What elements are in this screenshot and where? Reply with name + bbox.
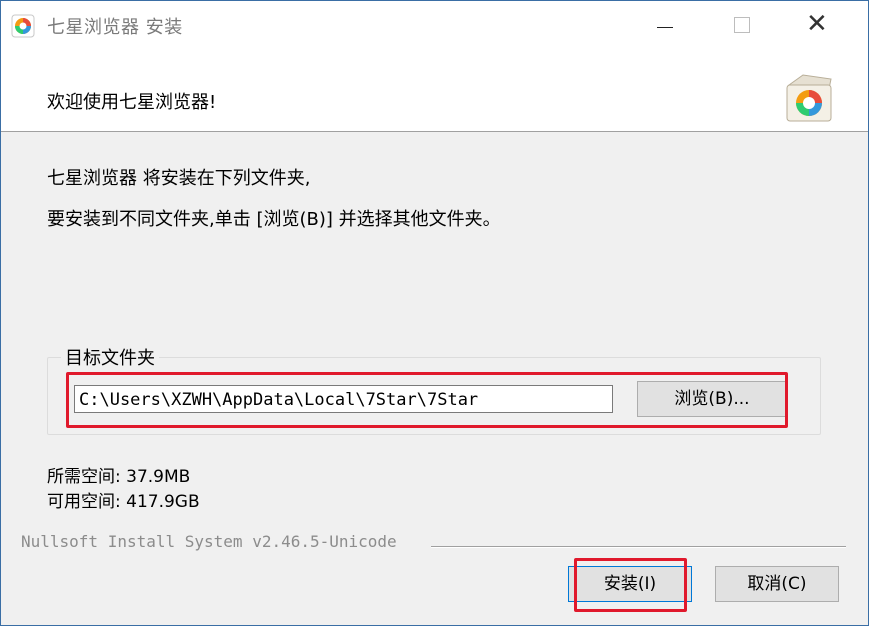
content-panel: 七星浏览器 将安装在下列文件夹, 要安装到不同文件夹,单击 [浏览(B)] 并选… <box>1 132 868 625</box>
browse-instruction-text: 要安装到不同文件夹,单击 [浏览(B)] 并选择其他文件夹。 <box>47 209 501 230</box>
installer-window: 七星浏览器 安装 ✕ 欢迎使用七星浏览器! 七星浏览器 将安装在下列文件夹, 要… <box>0 0 869 626</box>
maximize-icon <box>734 17 750 33</box>
cancel-button[interactable]: 取消(C) <box>715 566 839 602</box>
title-bar[interactable]: 七星浏览器 安装 ✕ <box>1 1 868 51</box>
footer-divider <box>431 546 846 548</box>
maximize-button[interactable] <box>718 1 764 51</box>
header-panel: 欢迎使用七星浏览器! <box>1 51 868 132</box>
close-button[interactable]: ✕ <box>796 1 842 51</box>
nsis-branding-text: Nullsoft Install System v2.46.5-Unicode <box>21 532 397 551</box>
install-highlight-box <box>574 558 687 612</box>
space-required-text: 所需空间: 37.9MB <box>47 467 191 487</box>
app-logo-icon <box>11 14 35 38</box>
path-highlight-box <box>66 372 788 428</box>
destination-group-label: 目标文件夹 <box>61 344 159 370</box>
close-icon: ✕ <box>806 9 828 39</box>
install-location-text: 七星浏览器 将安装在下列文件夹, <box>47 168 311 189</box>
welcome-heading: 欢迎使用七星浏览器! <box>47 92 217 113</box>
window-title: 七星浏览器 安装 <box>47 17 183 38</box>
minimize-icon <box>657 27 673 28</box>
space-available-text: 可用空间: 417.9GB <box>47 492 200 512</box>
installer-box-logo-icon <box>786 74 832 122</box>
minimize-button[interactable] <box>641 1 687 51</box>
